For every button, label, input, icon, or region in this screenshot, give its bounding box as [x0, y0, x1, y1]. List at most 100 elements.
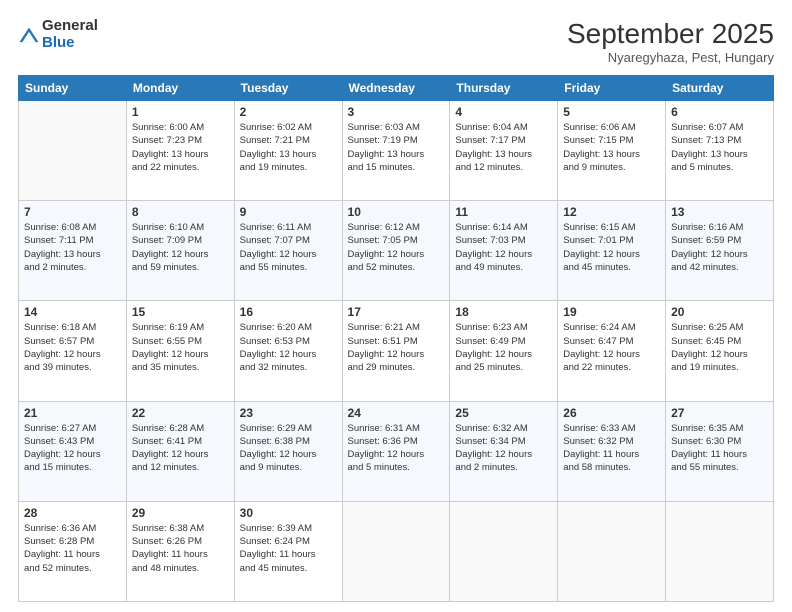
day-number: 7: [24, 205, 121, 219]
day-number: 30: [240, 506, 337, 520]
day-number: 25: [455, 406, 552, 420]
calendar-cell: 9Sunrise: 6:11 AM Sunset: 7:07 PM Daylig…: [234, 201, 342, 301]
calendar-cell: 1Sunrise: 6:00 AM Sunset: 7:23 PM Daylig…: [126, 101, 234, 201]
calendar-cell: [19, 101, 127, 201]
calendar-cell: 7 Sunrise: 6:08 AM Sunset: 7:11 PM Daylig…: [19, 201, 127, 301]
day-number: 26: [563, 406, 660, 420]
calendar-cell: 28 Sunrise: 6:36 AM Sunset: 6:28 PM Dayli…: [19, 501, 127, 601]
header-row: Sunday Monday Tuesday Wednesday Thursday…: [19, 76, 774, 101]
day-number: 15: [132, 305, 229, 319]
logo: General Blue: [18, 18, 98, 51]
day-number: 12: [563, 205, 660, 219]
cell-info: Sunrise: 6:27 AM Sunset: 6:43 PM Dayligh…: [24, 422, 121, 475]
header: General Blue September 2025 Nyaregyhaza,…: [18, 18, 774, 65]
day-number: 27: [671, 406, 768, 420]
cell-info: Sunrise: 6:15 AM Sunset: 7:01 PM Dayligh…: [563, 221, 660, 274]
calendar-cell: 2 Sunrise: 6:02 AM Sunset: 7:21 PM Daylig…: [234, 101, 342, 201]
calendar-cell: 5 Sunrise: 6:06 AM Sunset: 7:15 PM Daylig…: [558, 101, 666, 201]
calendar-cell: [342, 501, 450, 601]
day-number: 21: [24, 406, 121, 420]
calendar-cell: 22 Sunrise: 6:28 AM Sunset: 6:41 PM Dayli…: [126, 401, 234, 501]
calendar-week-1: 1Sunrise: 6:00 AM Sunset: 7:23 PM Daylig…: [19, 101, 774, 201]
calendar-cell: 21 Sunrise: 6:27 AM Sunset: 6:43 PM Dayli…: [19, 401, 127, 501]
cell-info: Sunrise: 6:19 AM Sunset: 6:55 PM Dayligh…: [132, 321, 229, 374]
calendar-cell: [450, 501, 558, 601]
day-number: 1: [132, 105, 229, 119]
cell-info: Sunrise: 6:23 AM Sunset: 6:49 PM Dayligh…: [455, 321, 552, 374]
calendar-cell: 19Sunrise: 6:24 AM Sunset: 6:47 PM Dayli…: [558, 301, 666, 401]
calendar-cell: 6 Sunrise: 6:07 AM Sunset: 7:13 PM Daylig…: [666, 101, 774, 201]
logo-icon: [18, 26, 40, 48]
calendar-cell: 14 Sunrise: 6:18 AM Sunset: 6:57 PM Dayli…: [19, 301, 127, 401]
calendar-cell: 20 Sunrise: 6:25 AM Sunset: 6:45 PM Dayli…: [666, 301, 774, 401]
calendar-cell: [558, 501, 666, 601]
cell-info: Sunrise: 6:36 AM Sunset: 6:28 PM Dayligh…: [24, 522, 121, 575]
day-number: 2: [240, 105, 337, 119]
day-number: 22: [132, 406, 229, 420]
calendar-cell: 26 Sunrise: 6:33 AM Sunset: 6:32 PM Dayli…: [558, 401, 666, 501]
cell-info: Sunrise: 6:03 AM Sunset: 7:19 PM Dayligh…: [348, 121, 445, 174]
day-number: 20: [671, 305, 768, 319]
day-number: 3: [348, 105, 445, 119]
calendar-cell: 18 Sunrise: 6:23 AM Sunset: 6:49 PM Dayli…: [450, 301, 558, 401]
day-number: 24: [348, 406, 445, 420]
calendar-week-5: 28 Sunrise: 6:36 AM Sunset: 6:28 PM Dayli…: [19, 501, 774, 601]
calendar-week-4: 21 Sunrise: 6:27 AM Sunset: 6:43 PM Dayli…: [19, 401, 774, 501]
calendar-cell: 11Sunrise: 6:14 AM Sunset: 7:03 PM Dayli…: [450, 201, 558, 301]
cell-info: Sunrise: 6:07 AM Sunset: 7:13 PM Dayligh…: [671, 121, 768, 174]
calendar-cell: 17 Sunrise: 6:21 AM Sunset: 6:51 PM Dayli…: [342, 301, 450, 401]
calendar-cell: 16 Sunrise: 6:20 AM Sunset: 6:53 PM Dayli…: [234, 301, 342, 401]
title-block: September 2025 Nyaregyhaza, Pest, Hungar…: [567, 18, 774, 65]
day-number: 23: [240, 406, 337, 420]
calendar-week-2: 7 Sunrise: 6:08 AM Sunset: 7:11 PM Daylig…: [19, 201, 774, 301]
calendar-cell: 15 Sunrise: 6:19 AM Sunset: 6:55 PM Dayli…: [126, 301, 234, 401]
calendar-cell: 13Sunrise: 6:16 AM Sunset: 6:59 PM Dayli…: [666, 201, 774, 301]
logo-general: General: [42, 18, 98, 35]
cell-info: Sunrise: 6:21 AM Sunset: 6:51 PM Dayligh…: [348, 321, 445, 374]
cell-info: Sunrise: 6:33 AM Sunset: 6:32 PM Dayligh…: [563, 422, 660, 475]
header-wednesday: Wednesday: [342, 76, 450, 101]
cell-info: Sunrise: 6:12 AM Sunset: 7:05 PM Dayligh…: [348, 221, 445, 274]
cell-info: Sunrise: 6:38 AM Sunset: 6:26 PM Dayligh…: [132, 522, 229, 575]
calendar-cell: 8Sunrise: 6:10 AM Sunset: 7:09 PM Daylig…: [126, 201, 234, 301]
cell-info: Sunrise: 6:20 AM Sunset: 6:53 PM Dayligh…: [240, 321, 337, 374]
cell-info: Sunrise: 6:04 AM Sunset: 7:17 PM Dayligh…: [455, 121, 552, 174]
cell-info: Sunrise: 6:39 AM Sunset: 6:24 PM Dayligh…: [240, 522, 337, 575]
day-number: 4: [455, 105, 552, 119]
calendar-cell: 29 Sunrise: 6:38 AM Sunset: 6:26 PM Dayli…: [126, 501, 234, 601]
cell-info: Sunrise: 6:29 AM Sunset: 6:38 PM Dayligh…: [240, 422, 337, 475]
day-number: 17: [348, 305, 445, 319]
cell-info: Sunrise: 6:02 AM Sunset: 7:21 PM Dayligh…: [240, 121, 337, 174]
header-friday: Friday: [558, 76, 666, 101]
logo-blue: Blue: [42, 35, 98, 52]
cell-info: Sunrise: 6:31 AM Sunset: 6:36 PM Dayligh…: [348, 422, 445, 475]
day-number: 14: [24, 305, 121, 319]
day-number: 5: [563, 105, 660, 119]
calendar-cell: 12 Sunrise: 6:15 AM Sunset: 7:01 PM Dayli…: [558, 201, 666, 301]
calendar-cell: 30 Sunrise: 6:39 AM Sunset: 6:24 PM Dayli…: [234, 501, 342, 601]
logo-text: General Blue: [42, 18, 98, 51]
cell-info: Sunrise: 6:25 AM Sunset: 6:45 PM Dayligh…: [671, 321, 768, 374]
calendar-cell: 3 Sunrise: 6:03 AM Sunset: 7:19 PM Daylig…: [342, 101, 450, 201]
day-number: 28: [24, 506, 121, 520]
calendar: Sunday Monday Tuesday Wednesday Thursday…: [18, 75, 774, 602]
cell-info: Sunrise: 6:32 AM Sunset: 6:34 PM Dayligh…: [455, 422, 552, 475]
cell-info: Sunrise: 6:16 AM Sunset: 6:59 PM Dayligh…: [671, 221, 768, 274]
page: General Blue September 2025 Nyaregyhaza,…: [0, 0, 792, 612]
calendar-cell: 4 Sunrise: 6:04 AM Sunset: 7:17 PM Daylig…: [450, 101, 558, 201]
cell-info: Sunrise: 6:28 AM Sunset: 6:41 PM Dayligh…: [132, 422, 229, 475]
calendar-cell: 25 Sunrise: 6:32 AM Sunset: 6:34 PM Dayli…: [450, 401, 558, 501]
day-number: 10: [348, 205, 445, 219]
day-number: 29: [132, 506, 229, 520]
header-saturday: Saturday: [666, 76, 774, 101]
cell-info: Sunrise: 6:24 AM Sunset: 6:47 PM Dayligh…: [563, 321, 660, 374]
cell-info: Sunrise: 6:08 AM Sunset: 7:11 PM Dayligh…: [24, 221, 121, 274]
cell-info: Sunrise: 6:06 AM Sunset: 7:15 PM Dayligh…: [563, 121, 660, 174]
cell-info: Sunrise: 6:14 AM Sunset: 7:03 PM Dayligh…: [455, 221, 552, 274]
cell-info: Sunrise: 6:11 AM Sunset: 7:07 PM Dayligh…: [240, 221, 337, 274]
day-number: 6: [671, 105, 768, 119]
day-number: 18: [455, 305, 552, 319]
day-number: 16: [240, 305, 337, 319]
cell-info: Sunrise: 6:18 AM Sunset: 6:57 PM Dayligh…: [24, 321, 121, 374]
header-tuesday: Tuesday: [234, 76, 342, 101]
